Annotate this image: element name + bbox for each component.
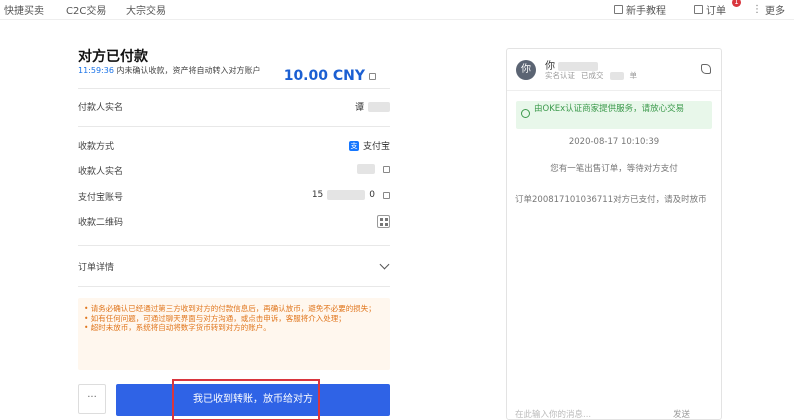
countdown-time: 11:59:36: [78, 66, 114, 75]
nav-block-trade[interactable]: 大宗交易: [126, 2, 166, 17]
verified-icon: [521, 109, 530, 118]
chat-timestamp: 2020-08-17 10:10:39: [568, 137, 660, 147]
highlight-frame: [172, 379, 320, 420]
tutorial-label: 新手教程: [626, 6, 666, 17]
countdown-notice: 11:59:36 内未确认收款，资产将自动转入对方账户: [78, 66, 298, 75]
tutorial-icon: [614, 5, 623, 14]
alipay-account-label: 支付宝账号: [78, 193, 124, 203]
orders-link[interactable]: 订单: [694, 2, 726, 17]
qr-row: 收款二维码: [78, 215, 390, 228]
alipay-account-row: 支付宝账号 15 0: [78, 190, 390, 203]
payee-masked: [357, 164, 375, 174]
warning-notice: • 请务必确认已经通过第三方收到对方的付款信息后，再确认放币，避免不必要的损失；…: [78, 298, 390, 370]
chat-input[interactable]: 在此输入你的消息...: [515, 408, 591, 420]
method-label: 收款方式: [78, 142, 115, 152]
method-row: 收款方式 支 支付宝: [78, 139, 390, 152]
payer-masked: [368, 101, 390, 112]
merchant-verified-banner: 由OKEx认证商家提供服务，请放心交易: [516, 101, 712, 129]
payer-row: 付款人实名 谭: [78, 100, 390, 113]
deals-prefix: 已成交: [581, 71, 604, 80]
copy-icon[interactable]: [383, 165, 390, 173]
notice-line: • 超时未放币，系统将自动将数字货币转到对方的账户。: [84, 323, 271, 332]
order-amount: 10.00 CNY: [284, 68, 376, 84]
alipay-account-masked: [327, 190, 366, 200]
system-message: 您有一笔出售订单，等待对方支付: [550, 164, 678, 174]
copy-icon[interactable]: [369, 72, 376, 80]
orders-label: 订单: [706, 6, 726, 17]
alipay-icon: 支: [348, 140, 359, 151]
verified-label: 实名认证: [545, 71, 575, 80]
divider: [78, 286, 390, 287]
qr-label: 收款二维码: [78, 218, 124, 228]
alipay-account-suffix: 0: [369, 190, 375, 200]
deals-suffix: 单: [629, 71, 638, 80]
payer-label: 付款人实名: [78, 103, 124, 113]
avatar: 你: [516, 60, 536, 80]
system-message: 订单20081710103671​1对方已支付，请及时放币: [515, 195, 707, 205]
countdown-text: 内未确认收款，资产将自动转入对方账户: [116, 66, 261, 75]
notice-line: • 请务必确认已经通过第三方收到对方的付款信息后，再确认放币，避免不必要的损失；: [84, 304, 376, 313]
top-nav: 快捷买卖 C2C交易 大宗交易 新手教程 订单 1 ⋮ 更多: [0, 0, 794, 20]
payer-value: 谭: [354, 103, 364, 113]
payee-row: 收款人实名: [78, 164, 390, 177]
alipay-account-prefix: 15: [311, 190, 324, 200]
send-button[interactable]: 发送: [673, 408, 690, 420]
phone-icon[interactable]: [701, 64, 711, 74]
order-details-label: 订单详情: [78, 263, 115, 273]
amount-value: 10.00 CNY: [283, 68, 365, 84]
notice-line: • 如有任何问题，可通过聊天界面与对方沟通，或点击申诉，客服将介入处理；: [84, 313, 346, 323]
divider: [78, 126, 390, 127]
chat-panel: 你 你 实名认证 已成交 单 由OKEx认证商家提供服务，请放心交易 2020-…: [506, 48, 722, 420]
more-dots-icon: ⋮: [752, 4, 762, 15]
qr-code-icon[interactable]: [377, 215, 390, 228]
chat-header: 你 你 实名认证 已成交 单: [507, 49, 721, 91]
nav-quick-trade[interactable]: 快捷买卖: [4, 2, 44, 17]
orders-badge: 1: [732, 0, 741, 7]
orders-icon: [694, 5, 703, 14]
payee-label: 收款人实名: [78, 167, 124, 177]
divider: [78, 88, 390, 89]
more-link[interactable]: ⋮ 更多: [752, 2, 785, 17]
order-details-toggle[interactable]: 订单详情: [78, 259, 390, 273]
order-status-title: 对方已付款: [78, 49, 148, 65]
more-actions-button[interactable]: ···: [78, 384, 106, 414]
copy-icon[interactable]: [383, 191, 390, 199]
divider: [78, 245, 390, 246]
method-value: 支付宝: [362, 142, 390, 152]
more-label: 更多: [765, 6, 785, 17]
chevron-down-icon: [379, 259, 390, 270]
nav-c2c-trade[interactable]: C2C交易: [66, 2, 106, 17]
verified-text: 由OKEx认证商家提供服务，请放心交易: [534, 104, 685, 114]
counterparty-meta: 实名认证 已成交 单: [545, 70, 637, 81]
deals-count-masked: [609, 71, 624, 80]
tutorial-link[interactable]: 新手教程: [614, 2, 666, 17]
